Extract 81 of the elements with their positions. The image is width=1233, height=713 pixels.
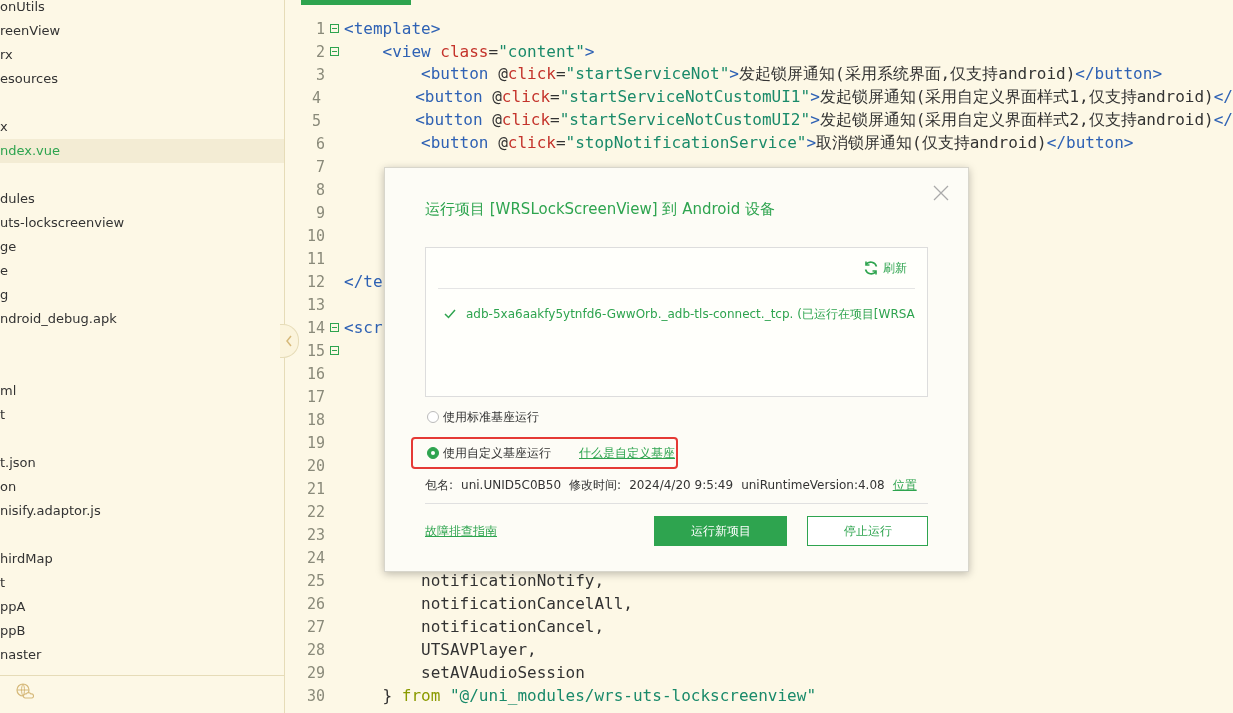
line-number: 28: [305, 640, 325, 659]
line-number: 7: [314, 157, 325, 176]
line-number: 22: [305, 502, 325, 521]
radio-option[interactable]: 使用自定义基座运行: [427, 444, 551, 462]
code-line: setAVAudioSession: [420, 663, 585, 682]
file-tree-item[interactable]: ge: [0, 235, 284, 259]
line-number: 6: [314, 134, 325, 153]
code-line: <template>: [344, 19, 441, 38]
modified-time: 2024/4/20 9:5:49: [629, 478, 734, 492]
package-label: 包名:: [425, 476, 454, 494]
code-line: UTSAVPlayer,: [420, 640, 537, 659]
line-number: 21: [305, 479, 325, 498]
file-tree-item[interactable]: ppB: [0, 619, 284, 643]
line-number: 26: [305, 594, 325, 613]
file-tree-item[interactable]: nisify.adaptor.js: [0, 499, 284, 523]
file-tree-item[interactable]: x: [0, 115, 284, 139]
modified-label: 修改时间:: [569, 476, 622, 494]
file-tree-item[interactable]: ppA: [0, 595, 284, 619]
code-line: <view class="content">: [381, 42, 595, 61]
refresh-icon: [863, 260, 879, 276]
line-number: 13: [305, 295, 325, 314]
file-tree-item[interactable]: hirdMap: [0, 547, 284, 571]
line-number: 23: [305, 525, 325, 544]
file-tree-item[interactable]: esources: [0, 67, 284, 91]
fold-icon[interactable]: [330, 24, 339, 33]
file-tree-item[interactable]: rx: [0, 43, 284, 67]
code-line: </te: [344, 272, 383, 291]
radio-option[interactable]: 使用标准基座运行: [427, 408, 539, 426]
line-number: 30: [305, 686, 325, 705]
line-number: 9: [314, 203, 325, 222]
code-line: <button @click="startServiceNotCustomUI1">发起锁屏通知(采用自定义界面样式1,仅支持android)</: [414, 87, 1233, 108]
line-number: 19: [305, 433, 325, 452]
line-number: 1: [314, 19, 325, 38]
file-tree-item[interactable]: dules: [0, 187, 284, 211]
file-tree-item[interactable]: naster: [0, 643, 284, 667]
line-number: 5: [310, 111, 321, 130]
line-number: 25: [305, 571, 325, 590]
line-number: 10: [305, 226, 325, 245]
file-tree-item[interactable]: uts-lockscreenview: [0, 211, 284, 235]
dialog-title: 运行项目 [WRSLockScreenView] 到 Android 设备: [425, 200, 776, 219]
fold-icon[interactable]: [330, 346, 339, 355]
package-name: uni.UNID5C0B50: [461, 478, 562, 492]
code-line: notificationNotify,: [420, 571, 605, 590]
close-icon[interactable]: [932, 184, 950, 202]
line-number: 8: [314, 180, 325, 199]
file-tree-item[interactable]: t.json: [0, 451, 284, 475]
line-number: 16: [305, 364, 325, 383]
file-tree-item[interactable]: reenView: [0, 19, 284, 43]
file-tree-item[interactable]: e: [0, 259, 284, 283]
file-tree-item[interactable]: t: [0, 403, 284, 427]
globe-cloud-icon[interactable]: [16, 683, 34, 699]
code-line: notificationCancel,: [420, 617, 605, 636]
code-line: <button @click="stopNotificationService">取消锁屏通知(仅支持android)</button>: [420, 133, 1134, 154]
line-number: 18: [305, 410, 325, 429]
line-number: 11: [305, 249, 325, 268]
runtime-version: uniRuntimeVersion:4.08: [741, 478, 885, 492]
file-tree-item[interactable]: onUtils: [0, 0, 284, 19]
file-tree-item[interactable]: t: [0, 571, 284, 595]
line-number: 24: [305, 548, 325, 567]
code-line: notificationCancelAll,: [420, 594, 633, 613]
code-line: } from "@/uni_modules/wrs-uts-lockscreenview": [381, 686, 816, 705]
code-line: <button @click="startServiceNotCustomUI2">发起锁屏通知(采用自定义界面样式2,仅支持android)</: [414, 110, 1233, 131]
line-number: 2: [314, 42, 325, 61]
line-number: 17: [305, 387, 325, 406]
file-tree-item[interactable]: ml: [0, 379, 284, 403]
line-number: 12: [305, 272, 325, 291]
line-number: 29: [305, 663, 325, 682]
file-tree-item[interactable]: ndroid_debug.apk: [0, 307, 284, 331]
file-tree-item[interactable]: g: [0, 283, 284, 307]
line-number: 27: [305, 617, 325, 636]
collapse-handle[interactable]: [280, 324, 299, 358]
line-number: 15: [305, 341, 325, 360]
line-number: 20: [305, 456, 325, 475]
fold-icon[interactable]: [330, 323, 339, 332]
code-line: <scr: [344, 318, 383, 337]
line-number: 3: [314, 65, 325, 84]
line-number: 4: [310, 88, 321, 107]
fold-icon[interactable]: [330, 47, 339, 56]
line-number: 14: [305, 318, 325, 337]
file-tree-item[interactable]: on: [0, 475, 284, 499]
code-line: <button @click="startServiceNot">发起锁屏通知(采用系统界面,仅支持android)</button>: [420, 64, 1162, 85]
